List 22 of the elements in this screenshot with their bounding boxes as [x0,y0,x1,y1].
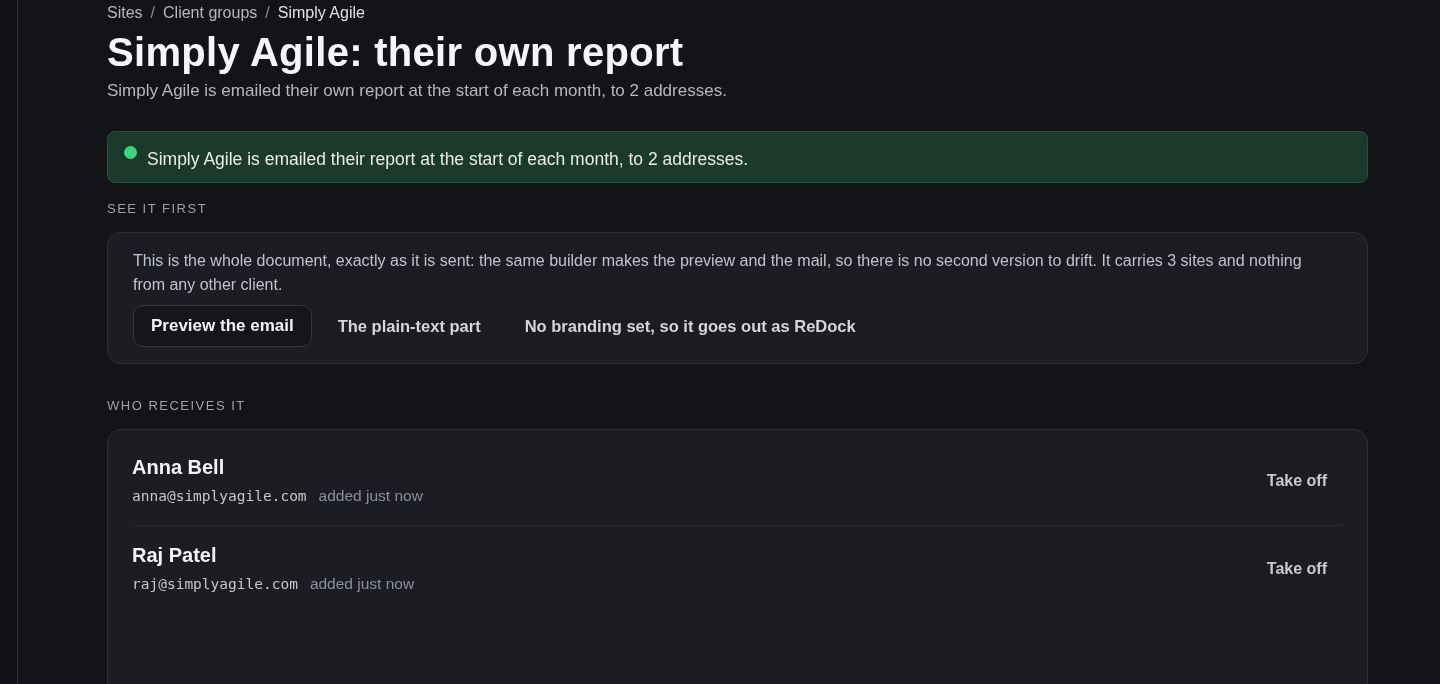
added-time: added just now [309,575,415,593]
recipient-email: anna@simplyagile.com [132,488,307,504]
section-heading: SEE IT FIRST [107,201,209,216]
take-off-button[interactable]: Take off [1250,465,1343,496]
recipient-email: raj@simplyagile.com [132,576,298,592]
text-link[interactable]: The plain-text part [319,305,499,347]
page-title: Simply Agile: their own report [107,30,685,75]
preview-button[interactable]: Preview the email [133,305,312,347]
breadcrumb-separator: / [265,4,270,22]
added-time: added just now [318,487,423,505]
preview-description: This is the whole document, exactly as it is sent: the same builder makes the preview and the mail, so there is no second version to drift. It carries 3 sites and nothing from any other client. [133,251,1303,295]
breadcrumb-separator: / [150,4,156,22]
status-message: Simply Agile is emailed their report at the start of each month, to 2 addresses. [147,148,749,170]
recipient-name: Raj Patel [132,544,218,567]
page-subtitle: Simply Agile is emailed their own report at the start of each month, to 2 addresses. [107,81,728,101]
take-off-button[interactable]: Take off [1250,553,1343,584]
recipient-name: Anna Bell [132,456,226,479]
breadcrumb-link[interactable]: Simply Agile [277,4,365,22]
section-heading: WHO RECEIVES IT [107,398,247,413]
breadcrumb-link[interactable]: Client groups [163,4,258,22]
text-link[interactable]: No branding set, so it goes out as ReDock [506,305,874,347]
breadcrumb-link[interactable]: Sites [107,4,143,22]
